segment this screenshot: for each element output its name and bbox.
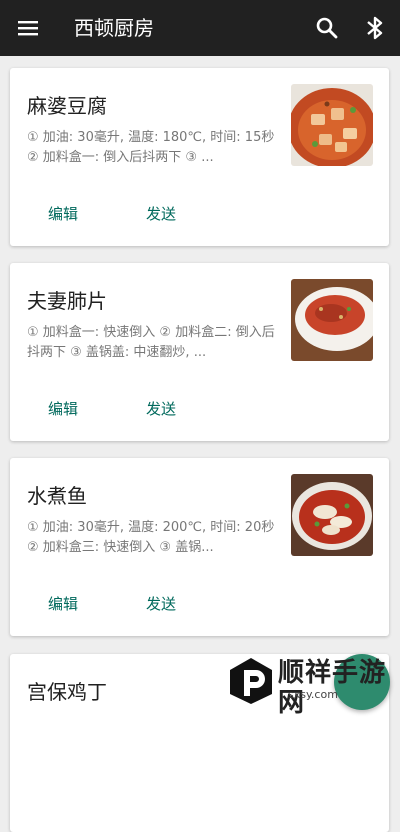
send-button[interactable]: 发送 bbox=[146, 594, 176, 614]
recipe-card[interactable]: 麻婆豆腐 ① 加油: 30毫升, 温度: 180℃, 时间: 15秒 ② 加料盒… bbox=[10, 68, 389, 246]
search-icon[interactable] bbox=[314, 15, 340, 41]
menu-icon[interactable] bbox=[16, 16, 40, 40]
recipe-steps: ① 加料盒一: 快速倒入 ② 加料盒二: 倒入后抖两下 ③ 盖锅盖: 中速翻炒,… bbox=[27, 325, 275, 360]
edit-button[interactable]: 编辑 bbox=[48, 204, 78, 224]
watermark-logo-icon bbox=[230, 658, 272, 704]
recipe-name: 水煮鱼 bbox=[27, 484, 87, 508]
watermark: 顺祥手游网 sxsy.com bbox=[228, 652, 400, 718]
edit-button[interactable]: 编辑 bbox=[48, 594, 78, 614]
watermark-url: sxsy.com bbox=[288, 688, 338, 701]
recipe-steps: ① 加油: 30毫升, 温度: 180℃, 时间: 15秒 ② 加料盒一: 倒入… bbox=[27, 130, 275, 165]
send-button[interactable]: 发送 bbox=[146, 204, 176, 224]
recipe-card[interactable]: 夫妻肺片 ① 加料盒一: 快速倒入 ② 加料盒二: 倒入后抖两下 ③ 盖锅盖: … bbox=[10, 263, 389, 441]
app-title: 西顿厨房 bbox=[74, 16, 154, 40]
send-button[interactable]: 发送 bbox=[146, 399, 176, 419]
recipe-thumbnail bbox=[291, 474, 373, 556]
recipe-name: 夫妻肺片 bbox=[27, 289, 107, 313]
app-bar: 西顿厨房 bbox=[0, 0, 400, 56]
bluetooth-icon[interactable] bbox=[364, 14, 386, 42]
recipe-thumbnail bbox=[291, 84, 373, 166]
recipe-name: 麻婆豆腐 bbox=[27, 94, 107, 118]
recipe-name: 宫保鸡丁 bbox=[27, 680, 107, 704]
recipe-thumbnail bbox=[291, 279, 373, 361]
edit-button[interactable]: 编辑 bbox=[48, 399, 78, 419]
recipe-steps: ① 加油: 30毫升, 温度: 200℃, 时间: 20秒 ② 加料盒三: 快速… bbox=[27, 520, 275, 555]
recipe-card[interactable]: 水煮鱼 ① 加油: 30毫升, 温度: 200℃, 时间: 20秒 ② 加料盒三… bbox=[10, 458, 389, 636]
